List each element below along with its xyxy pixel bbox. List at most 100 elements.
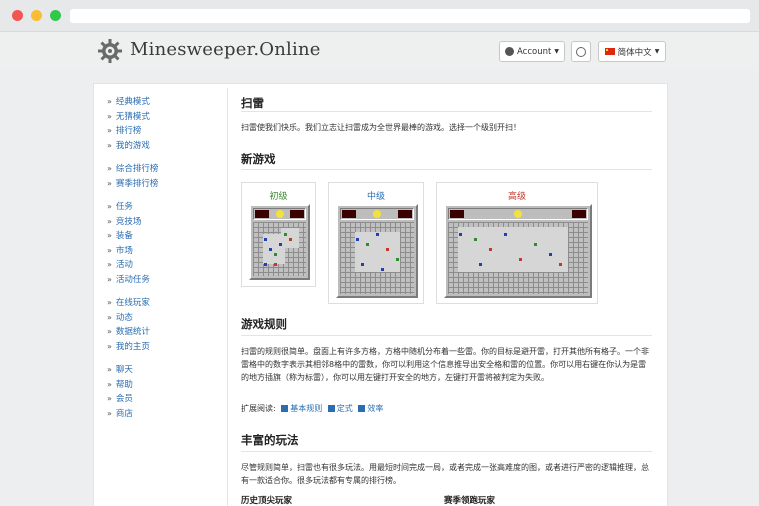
sidebar-item-no-guess[interactable]: » 无猜模式 bbox=[107, 110, 217, 125]
timer-display bbox=[290, 210, 304, 218]
level-card-intermediate[interactable]: 中级 bbox=[328, 182, 424, 304]
sidebar-item-arena[interactable]: » 竞技场 bbox=[107, 215, 217, 230]
book-icon bbox=[358, 405, 366, 412]
mine-logo-icon[interactable] bbox=[97, 38, 123, 64]
sidebar-item-online-players[interactable]: » 在线玩家 bbox=[107, 296, 217, 311]
sidebar-item-chat[interactable]: » 聊天 bbox=[107, 363, 217, 378]
theme-toggle-button[interactable] bbox=[571, 41, 591, 62]
level-card-beginner[interactable]: 初级 bbox=[241, 182, 316, 287]
rich-gameplay-title: 丰富的玩法 bbox=[241, 433, 299, 447]
address-bar[interactable] bbox=[70, 9, 750, 23]
sidebar-item-classic[interactable]: » 经典模式 bbox=[107, 95, 217, 110]
level-label-intermediate: 中级 bbox=[366, 192, 385, 202]
number-cell bbox=[474, 238, 477, 241]
link-basic-rules[interactable]: 基本规则 bbox=[281, 404, 322, 413]
user-icon bbox=[505, 47, 515, 56]
minimize-window-icon[interactable] bbox=[31, 10, 42, 21]
level-label-expert: 高级 bbox=[507, 192, 526, 202]
number-cell bbox=[479, 263, 482, 266]
level-label-beginner: 初级 bbox=[269, 192, 288, 202]
divider bbox=[241, 451, 652, 452]
rules-text: 扫雷的规则很简单。盘面上有许多方格，方格中随机分布着一些雷。你的目标是避开雷，打… bbox=[241, 347, 649, 382]
divider bbox=[241, 169, 652, 170]
new-game-title: 新游戏 bbox=[241, 152, 276, 166]
link-efficiency[interactable]: 效率 bbox=[358, 404, 383, 413]
number-cell bbox=[559, 263, 562, 266]
board-status-bar bbox=[448, 208, 588, 220]
divider bbox=[241, 111, 652, 112]
divider bbox=[241, 335, 652, 336]
sidebar-item-feed[interactable]: » 动态 bbox=[107, 311, 217, 326]
board-status-bar bbox=[340, 208, 414, 220]
smiley-icon bbox=[275, 210, 284, 218]
sidebar-group: » 经典模式 » 无猜模式 » 排行榜 » 我的游戏 bbox=[107, 95, 217, 153]
extended-label: 扩展阅读: bbox=[241, 404, 276, 413]
open-area bbox=[458, 227, 568, 272]
number-cell bbox=[274, 263, 277, 266]
sidebar-group: » 在线玩家 » 动态 » 数据统计 » 我的主页 bbox=[107, 296, 217, 354]
rules-title: 游戏规则 bbox=[241, 317, 287, 331]
sidebar-item-shop[interactable]: » 商店 bbox=[107, 407, 217, 422]
page-title: 扫雷 bbox=[241, 96, 264, 110]
theme-circle-icon bbox=[576, 46, 586, 57]
sidebar-item-equipment[interactable]: » 装备 bbox=[107, 229, 217, 244]
sidebar-item-my-profile[interactable]: » 我的主页 bbox=[107, 340, 217, 355]
top-players-heading: 历史顶尖玩家 bbox=[241, 496, 293, 506]
number-cell bbox=[264, 238, 267, 241]
sidebar-group: » 综合排行榜 » 赛季排行榜 bbox=[107, 162, 217, 191]
mine-counter bbox=[342, 210, 356, 218]
book-icon bbox=[281, 405, 289, 412]
board-grid bbox=[448, 222, 588, 294]
maximize-window-icon[interactable] bbox=[50, 10, 61, 21]
intro-text: 扫雷使我们快乐。我们立志让扫雷成为全世界最棒的游戏。选择一个级别开扫！ bbox=[241, 123, 521, 132]
caret-down-icon: ▼ bbox=[554, 48, 559, 55]
timer-display bbox=[398, 210, 412, 218]
language-label: 简体中文 bbox=[617, 47, 652, 58]
browser-chrome bbox=[0, 0, 759, 32]
level-card-expert[interactable]: 高级 bbox=[436, 182, 598, 304]
board-preview-beginner bbox=[249, 204, 310, 280]
sidebar-item-quests[interactable]: » 任务 bbox=[107, 200, 217, 215]
sidebar-item-events[interactable]: » 活动 bbox=[107, 258, 217, 273]
book-icon bbox=[327, 405, 335, 412]
mine-counter bbox=[255, 210, 269, 218]
sidebar-item-my-games[interactable]: » 我的游戏 bbox=[107, 139, 217, 154]
sidebar-item-season-ranking[interactable]: » 赛季排行榜 bbox=[107, 177, 217, 192]
sidebar-group: » 任务 » 竞技场 » 装备 » 市场 » 活动 » 活动任务 bbox=[107, 200, 217, 287]
season-leaders-heading: 赛季领跑玩家 bbox=[444, 496, 496, 506]
number-cell bbox=[269, 248, 272, 251]
board-grid bbox=[253, 222, 306, 276]
number-cell bbox=[356, 238, 359, 241]
extended-reading: 扩展阅读: 基本规则 定式 效率 bbox=[241, 403, 383, 414]
sidebar-group: » 聊天 » 帮助 » 会员 » 商店 bbox=[107, 363, 217, 421]
number-cell bbox=[396, 258, 399, 261]
sidebar-item-leaderboard[interactable]: » 排行榜 bbox=[107, 124, 217, 139]
sidebar-item-market[interactable]: » 市场 bbox=[107, 244, 217, 259]
board-preview-expert bbox=[444, 204, 592, 298]
account-button[interactable]: Account ▼ bbox=[499, 41, 565, 62]
number-cell bbox=[504, 233, 507, 236]
close-window-icon[interactable] bbox=[12, 10, 23, 21]
board-status-bar bbox=[253, 208, 306, 220]
sidebar-item-overall-ranking[interactable]: » 综合排行榜 bbox=[107, 162, 217, 177]
sidebar-item-statistics[interactable]: » 数据统计 bbox=[107, 325, 217, 340]
rich-gameplay-text: 尽管规则简单，扫雷也有很多玩法。用最短时间完成一局，或者完成一张高难度的图，或者… bbox=[241, 463, 649, 485]
smiley-icon bbox=[514, 210, 522, 218]
sidebar-item-help[interactable]: » 帮助 bbox=[107, 378, 217, 393]
link-patterns[interactable]: 定式 bbox=[327, 404, 353, 413]
site-logo-text[interactable]: Minesweeper.Online bbox=[130, 39, 321, 60]
number-cell bbox=[361, 263, 364, 266]
number-cell bbox=[264, 263, 267, 266]
number-cell bbox=[279, 243, 282, 246]
open-area bbox=[355, 232, 400, 272]
china-flag-icon bbox=[604, 48, 615, 55]
smiley-icon bbox=[373, 210, 381, 218]
number-cell bbox=[386, 248, 389, 251]
number-cell bbox=[289, 238, 292, 241]
account-label: Account bbox=[517, 46, 552, 57]
caret-down-icon: ▼ bbox=[654, 48, 660, 55]
sidebar-item-membership[interactable]: » 会员 bbox=[107, 392, 217, 407]
board-preview-intermediate bbox=[336, 204, 418, 298]
sidebar-item-event-quests[interactable]: » 活动任务 bbox=[107, 273, 217, 288]
language-button[interactable]: 简体中文 ▼ bbox=[598, 41, 666, 62]
